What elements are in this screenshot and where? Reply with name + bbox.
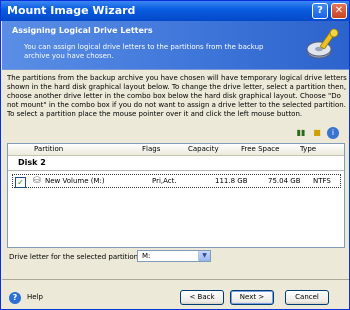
header-subtitle: You can assign logical drive letters to … [24,43,264,60]
help-title-button[interactable]: ? [312,3,328,19]
next-button[interactable]: Next > [230,290,274,305]
help-icon[interactable]: ? [9,292,21,304]
volume-icon: ⛁ [33,176,41,186]
table-row[interactable]: ✓ ⛁ New Volume (M:) Pri,Act. 111.8 GB 75… [12,174,341,188]
column-type[interactable]: Type [300,145,316,153]
column-header: Partition Flags Capacity Free Space Type [8,144,344,156]
partition-checkbox[interactable]: ✓ [15,177,26,188]
toolbar: ▮▮ ■ i [295,127,341,139]
partition-flags: Pri,Act. [152,177,177,185]
title-bar[interactable]: Mount Image Wizard ? ✕ [1,1,349,21]
properties-icon[interactable]: ■ [311,127,323,139]
window-title: Mount Image Wizard [7,4,136,17]
help-link[interactable]: Help [27,293,43,301]
column-free-space[interactable]: Free Space [241,145,279,153]
wizard-header: Assigning Logical Drive Letters You can … [2,21,349,70]
divider [8,170,344,171]
cancel-button[interactable]: Cancel [285,290,329,305]
partition-capacity: 111.8 GB [215,177,248,185]
column-partition[interactable]: Partition [34,145,63,153]
close-button[interactable]: ✕ [331,3,347,19]
drive-letter-value: M: [142,252,151,260]
column-capacity[interactable]: Capacity [188,145,219,153]
partition-type: NTFS [313,177,331,185]
disk-label: Disk 2 [18,158,46,167]
drive-letter-label: Drive letter for the selected partition: [9,253,141,261]
back-button[interactable]: < Back [180,290,224,305]
drive-wrench-icon [306,28,339,59]
drive-letter-select[interactable]: M: ▼ [137,250,211,262]
column-flags[interactable]: Flags [142,145,160,153]
instructions-text: The partitions from the backup archive y… [7,74,347,118]
partition-tool-icon[interactable]: ▮▮ [295,127,307,139]
partition-list[interactable]: Partition Flags Capacity Free Space Type… [7,143,345,248]
partition-name: New Volume (M:) [45,177,105,185]
footer-divider [2,279,349,280]
wizard-window: Mount Image Wizard ? ✕ Assigning Logical… [0,0,350,310]
partition-free-space: 75.04 GB [268,177,301,185]
header-title: Assigning Logical Drive Letters [12,26,153,35]
info-icon[interactable]: i [327,127,339,139]
chevron-down-icon[interactable]: ▼ [198,251,210,261]
